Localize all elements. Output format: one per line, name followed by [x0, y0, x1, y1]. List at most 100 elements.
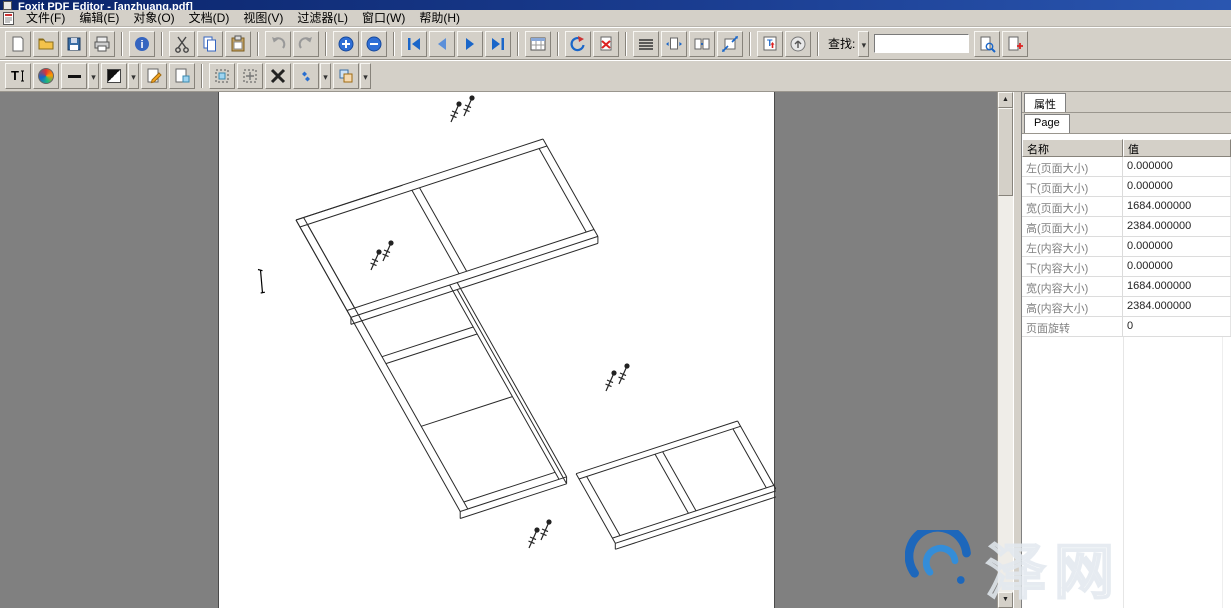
edit-object-icon: [145, 67, 163, 85]
group-button[interactable]: [333, 63, 359, 89]
resize-page-icon: [721, 35, 739, 53]
canvas-area[interactable]: [0, 92, 997, 608]
facing-pages-icon: [693, 35, 711, 53]
menu-item-window[interactable]: 窗口(W): [355, 10, 412, 27]
property-value[interactable]: 1684.000000: [1123, 277, 1231, 296]
pdf-page[interactable]: [218, 92, 775, 608]
menu-item-help[interactable]: 帮助(H): [412, 10, 467, 27]
property-value[interactable]: 0.000000: [1123, 257, 1231, 276]
zoom-out-button[interactable]: [361, 31, 387, 57]
property-value[interactable]: 1684.000000: [1123, 197, 1231, 216]
menu-item-view[interactable]: 视图(V): [236, 10, 290, 27]
facing-pages-button[interactable]: [689, 31, 715, 57]
rotate-icon: [569, 35, 587, 53]
delete-page-button[interactable]: [593, 31, 619, 57]
property-name: 高(页面大小): [1022, 217, 1123, 236]
menu-item-filter[interactable]: 过滤器(L): [290, 10, 355, 27]
column-header-name[interactable]: 名称: [1022, 139, 1123, 157]
scroll-thumb[interactable]: [998, 108, 1013, 196]
line-style-dropdown[interactable]: ▾: [88, 63, 99, 89]
group-dropdown[interactable]: ▾: [360, 63, 371, 89]
copy-icon: [201, 35, 219, 53]
property-row: 左(内容大小)0.000000: [1022, 237, 1231, 257]
goto-button[interactable]: [785, 31, 811, 57]
fit-width-button[interactable]: [661, 31, 687, 57]
tab-properties[interactable]: 属性: [1024, 93, 1066, 112]
prev-page-button[interactable]: [429, 31, 455, 57]
doc-locate-button[interactable]: [1002, 31, 1028, 57]
property-value[interactable]: 2384.000000: [1123, 297, 1231, 316]
info-icon: i: [133, 35, 151, 53]
menu-item-object[interactable]: 对象(O): [126, 10, 181, 27]
tools-button[interactable]: [265, 63, 291, 89]
find-input[interactable]: [874, 34, 969, 53]
fill-style-button[interactable]: [101, 63, 127, 89]
property-value[interactable]: 0.000000: [1123, 177, 1231, 196]
text-tool-button[interactable]: T: [5, 63, 31, 89]
menu-item-document[interactable]: 文档(D): [182, 10, 237, 27]
text-tool-icon: T: [9, 67, 27, 85]
redo-icon: [297, 35, 315, 53]
info-button[interactable]: i: [129, 31, 155, 57]
first-page-button[interactable]: [401, 31, 427, 57]
scroll-down-button[interactable]: ▼: [998, 592, 1013, 608]
property-value[interactable]: 0.000000: [1123, 157, 1231, 176]
next-page-button[interactable]: [457, 31, 483, 57]
resize-page-button[interactable]: [717, 31, 743, 57]
new-button[interactable]: [5, 31, 31, 57]
line-icon: [68, 75, 81, 78]
main-area: ▲ ▼ 属性 Page 名称 值 左(页面大小)0.000000 下(页面大小)…: [0, 92, 1231, 608]
property-row: 左(页面大小)0.000000: [1022, 157, 1231, 177]
zoom-in-button[interactable]: [333, 31, 359, 57]
transform-icon: [241, 67, 259, 85]
select-object-button[interactable]: [209, 63, 235, 89]
scroll-up-button[interactable]: ▲: [998, 92, 1013, 108]
menu-item-file[interactable]: 文件(F): [19, 10, 72, 27]
properties-panel: 属性 Page 名称 值 左(页面大小)0.000000 下(页面大小)0.00…: [1021, 92, 1231, 608]
redo-button[interactable]: [293, 31, 319, 57]
crossed-tools-icon: [269, 67, 287, 85]
tab-page[interactable]: Page: [1024, 114, 1070, 133]
property-name: 宽(内容大小): [1022, 277, 1123, 296]
property-row: 页面旋转0: [1022, 317, 1231, 337]
separator: [393, 32, 395, 56]
find-dropdown-button[interactable]: ▾: [858, 31, 869, 57]
undo-button[interactable]: [265, 31, 291, 57]
paste-button[interactable]: [225, 31, 251, 57]
separator: [161, 32, 163, 56]
property-name: 下(页面大小): [1022, 177, 1123, 196]
fill-style-dropdown[interactable]: ▾: [128, 63, 139, 89]
vertical-scrollbar[interactable]: ▲ ▼: [997, 92, 1013, 608]
edit-form-button[interactable]: [169, 63, 195, 89]
doc-search-button[interactable]: [974, 31, 1000, 57]
column-header-value[interactable]: 值: [1123, 139, 1231, 157]
page-tabstrip: Page: [1022, 113, 1231, 134]
property-value[interactable]: 2384.000000: [1123, 217, 1231, 236]
page-table-button[interactable]: [525, 31, 551, 57]
copy-button[interactable]: [197, 31, 223, 57]
open-button[interactable]: [33, 31, 59, 57]
save-button[interactable]: [61, 31, 87, 57]
screw-symbols: [371, 96, 630, 548]
last-page-button[interactable]: [485, 31, 511, 57]
color-picker-button[interactable]: [33, 63, 59, 89]
svg-text:i: i: [140, 39, 143, 51]
property-value[interactable]: 0.000000: [1123, 237, 1231, 256]
line-style-button[interactable]: [61, 63, 87, 89]
property-name: 左(内容大小): [1022, 237, 1123, 256]
hatch-pattern-button[interactable]: [633, 31, 659, 57]
print-button[interactable]: [89, 31, 115, 57]
panel-splitter[interactable]: [1013, 92, 1021, 608]
align-diamonds-icon: [297, 67, 315, 85]
property-value[interactable]: 0: [1123, 317, 1231, 336]
insert-text-button[interactable]: T: [757, 31, 783, 57]
align-button[interactable]: [293, 63, 319, 89]
menu-item-edit[interactable]: 编辑(E): [72, 10, 126, 27]
align-dropdown[interactable]: ▾: [320, 63, 331, 89]
prev-page-icon: [433, 35, 451, 53]
cut-button[interactable]: [169, 31, 195, 57]
transform-object-button[interactable]: [237, 63, 263, 89]
edit-object-button[interactable]: [141, 63, 167, 89]
edit-toolbar: T ▾ ▾ ▾ ▾: [0, 60, 1231, 92]
rotate-page-button[interactable]: [565, 31, 591, 57]
